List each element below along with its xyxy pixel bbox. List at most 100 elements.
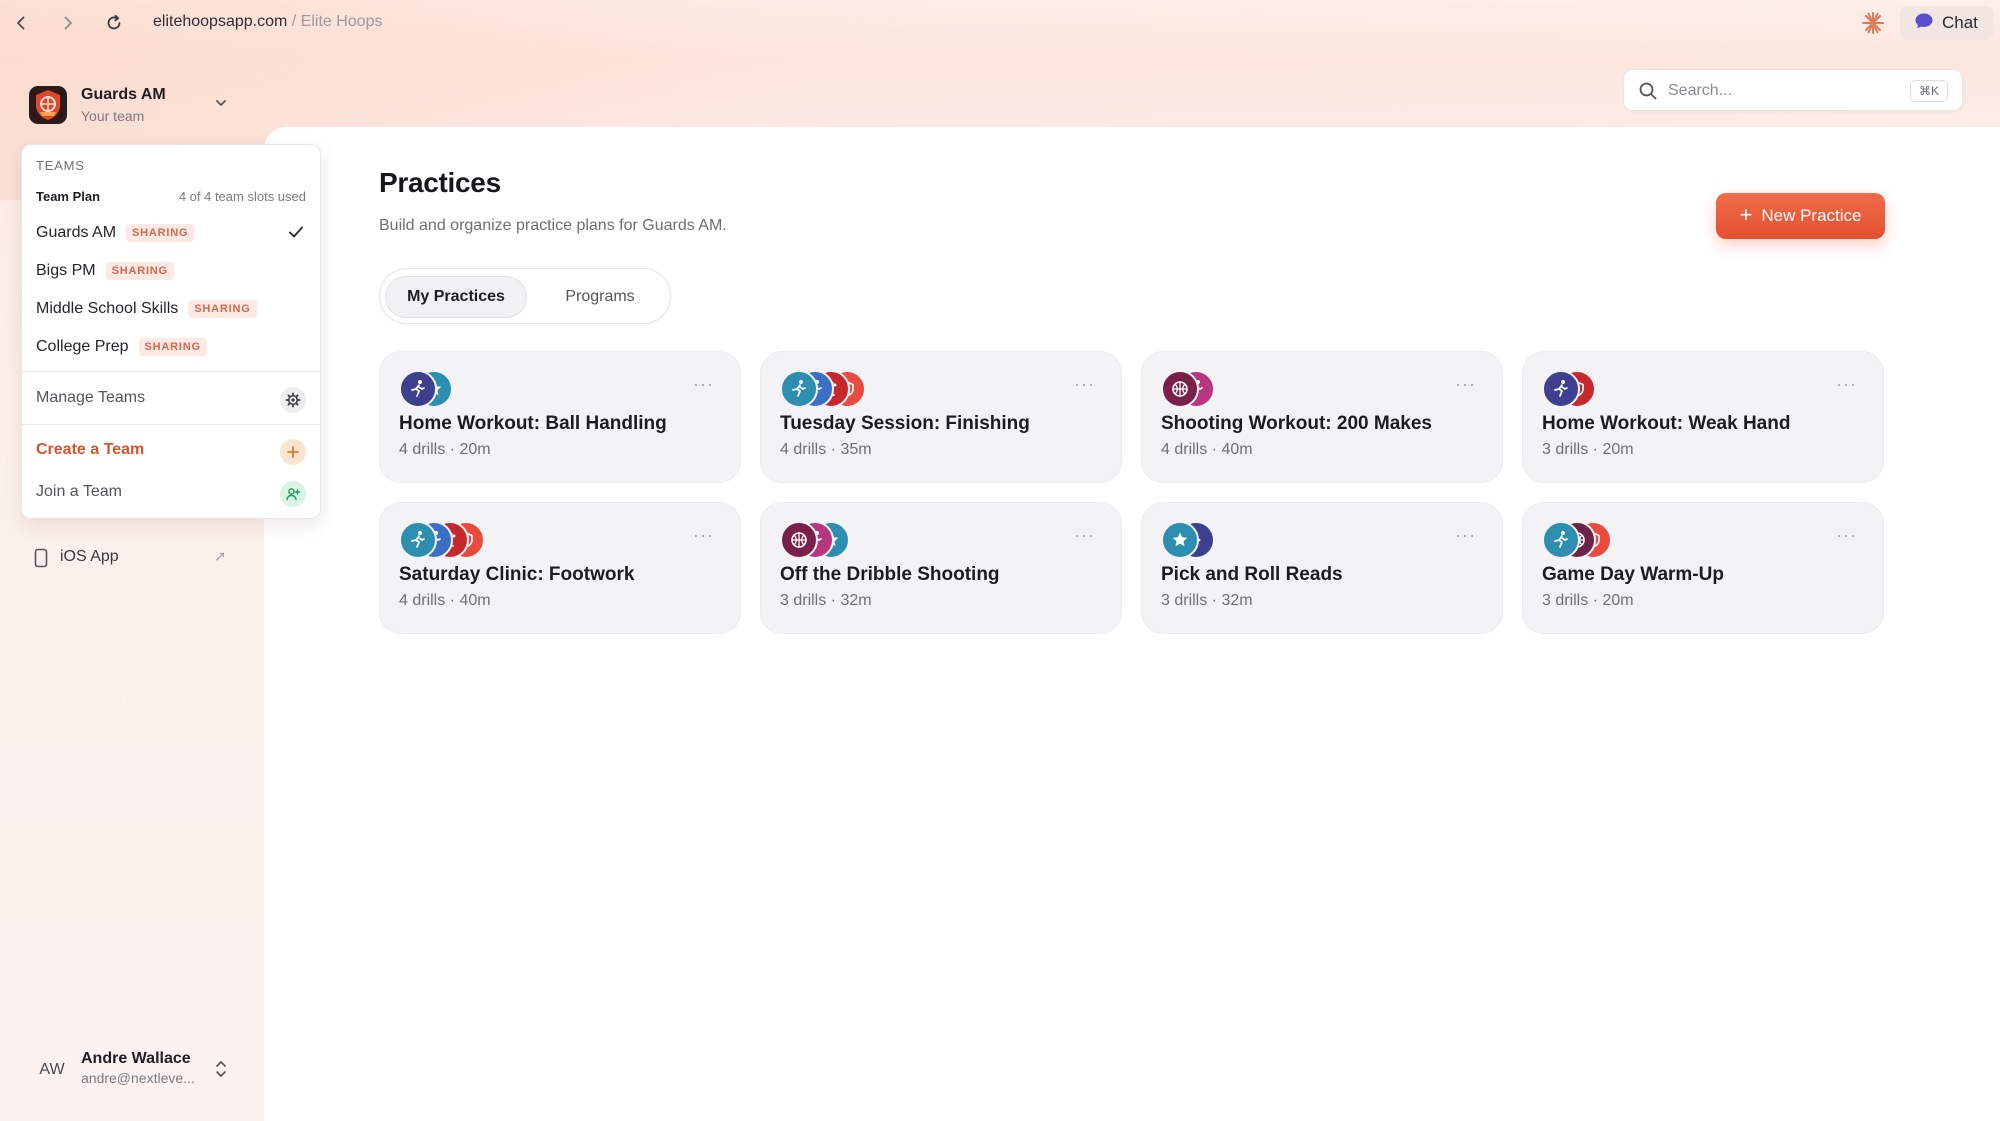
browser-toolbar: elitehoopsapp.com / Elite Hoops Chat (0, 0, 2000, 46)
team-logo-icon (28, 85, 68, 125)
more-options-icon[interactable]: ··· (1455, 374, 1476, 395)
practice-card[interactable]: ··· Shooting Workout: 200 Makes 4 drills ·… (1141, 351, 1503, 483)
practice-card[interactable]: ··· Saturday Clinic: Footwork 4 drills · 4… (379, 502, 741, 634)
new-practice-label: New Practice (1761, 206, 1862, 225)
runner-icon (1542, 521, 1580, 559)
tab-programs[interactable]: Programs (535, 276, 665, 318)
practice-card[interactable]: ··· Off the Dribble Shooting 3 drills · 32… (760, 502, 1122, 634)
tab-my-practices[interactable]: My Practices (385, 276, 527, 318)
checkmark-icon (286, 222, 306, 242)
sharing-badge: SHARING (138, 338, 207, 356)
practice-title: Home Workout: Ball Handling (399, 413, 667, 434)
ball-icon (780, 521, 818, 559)
user-menu[interactable]: AW Andre Wallace andre@nextleve... (30, 1046, 240, 1090)
runner-icon (780, 370, 818, 408)
search-box[interactable]: ⌘K (1623, 69, 1963, 111)
team-name: Guards AM (81, 86, 166, 103)
team-option-bigs-pm[interactable]: Bigs PM SHARING (36, 259, 174, 283)
avatar: AW (39, 1061, 65, 1078)
practice-title: Tuesday Session: Finishing (780, 413, 1030, 434)
practice-meta: 3 drills · 32m (780, 592, 872, 609)
runner-icon (399, 521, 437, 559)
join-team-button[interactable]: Join a Team (36, 483, 122, 507)
back-icon[interactable] (8, 10, 34, 36)
practice-title: Off the Dribble Shooting (780, 564, 1000, 585)
practice-meta: 3 drills · 20m (1542, 441, 1634, 458)
gear-icon[interactable] (280, 387, 306, 413)
address-bar[interactable]: elitehoopsapp.com / Elite Hoops (153, 13, 382, 31)
more-options-icon[interactable]: ··· (1074, 374, 1095, 395)
more-options-icon[interactable]: ··· (693, 525, 714, 546)
sidebar-item-label: iOS App (60, 548, 119, 565)
practice-title: Game Day Warm-Up (1542, 564, 1724, 585)
team-option-name: Middle School Skills (36, 300, 179, 317)
team-switcher[interactable]: Guards AM Your team (28, 82, 238, 128)
practice-title: Pick and Roll Reads (1161, 564, 1343, 585)
practice-title: Home Workout: Weak Hand (1542, 413, 1791, 434)
team-dropdown: TEAMS Team Plan 4 of 4 team slots used G… (21, 144, 321, 519)
url-domain: elitehoopsapp.com (153, 13, 288, 30)
team-option-college-prep[interactable]: College Prep SHARING (36, 335, 207, 359)
page-subtitle: Build and organize practice plans for Gu… (379, 217, 727, 234)
forward-icon[interactable] (55, 10, 81, 36)
team-option-name: College Prep (36, 338, 129, 355)
practice-title: Saturday Clinic: Footwork (399, 564, 635, 585)
chat-label: Chat (1942, 13, 1978, 32)
practice-meta: 3 drills · 20m (1542, 592, 1634, 609)
plus-icon[interactable] (280, 439, 306, 465)
team-option-name: Bigs PM (36, 262, 96, 279)
manage-teams-button[interactable]: Manage Teams (36, 389, 145, 413)
search-input[interactable] (1668, 80, 1898, 102)
practice-tabs: My Practices Programs (379, 268, 671, 324)
add-user-icon[interactable] (280, 481, 306, 507)
practice-meta: 3 drills · 32m (1161, 592, 1253, 609)
divider (22, 424, 320, 425)
team-option-middle-school-skills[interactable]: Middle School Skills SHARING (36, 297, 257, 321)
ball-icon (1161, 370, 1199, 408)
keyboard-shortcut-badge: ⌘K (1910, 80, 1948, 102)
more-options-icon[interactable]: ··· (1455, 525, 1476, 546)
sharing-badge: SHARING (188, 300, 257, 318)
plus-icon: + (1739, 202, 1753, 227)
runner-icon (1542, 370, 1580, 408)
more-options-icon[interactable]: ··· (1074, 525, 1095, 546)
more-options-icon[interactable]: ··· (693, 374, 714, 395)
chat-bubble-icon (1914, 12, 1934, 35)
user-name: Andre Wallace (81, 1050, 191, 1067)
slots-used: 4 of 4 team slots used (178, 189, 306, 204)
reload-icon[interactable] (101, 10, 127, 36)
divider (22, 371, 320, 372)
sidebar-item-ios-app[interactable]: iOS App ↗ (32, 546, 232, 570)
create-team-button[interactable]: Create a Team (36, 441, 144, 465)
external-link-icon: ↗ (214, 548, 226, 564)
page-title: Practices (379, 167, 501, 198)
runner-icon (399, 370, 437, 408)
dropdown-heading: TEAMS (36, 158, 85, 173)
more-options-icon[interactable]: ··· (1836, 374, 1857, 395)
phone-icon (34, 548, 48, 573)
url-separator: / (287, 13, 301, 30)
team-option-name: Guards AM (36, 224, 117, 241)
practice-title: Shooting Workout: 200 Makes (1161, 413, 1432, 434)
practice-meta: 4 drills · 20m (399, 441, 491, 458)
sharing-badge: SHARING (126, 224, 195, 242)
practice-card[interactable]: ··· Home Workout: Ball Handling 4 drills ·… (379, 351, 741, 483)
practice-meta: 4 drills · 40m (399, 592, 491, 609)
practice-card[interactable]: ··· Pick and Roll Reads 3 drills · 32m (1141, 502, 1503, 634)
sparkle-icon[interactable] (1860, 10, 1886, 36)
new-practice-button[interactable]: + New Practice (1716, 193, 1885, 239)
practice-meta: 4 drills · 35m (780, 441, 872, 458)
chevron-up-down-icon (212, 1058, 230, 1080)
chat-button[interactable]: Chat (1900, 6, 1994, 40)
practice-card[interactable]: ··· Home Workout: Weak Hand 3 drills · 20m (1522, 351, 1884, 483)
team-option-guards-am[interactable]: Guards AM SHARING (36, 221, 195, 245)
url-page: Elite Hoops (300, 13, 383, 30)
more-options-icon[interactable]: ··· (1836, 525, 1857, 546)
practice-card[interactable]: ··· Game Day Warm-Up 3 drills · 20m (1522, 502, 1884, 634)
practice-meta: 4 drills · 40m (1161, 441, 1253, 458)
sharing-badge: SHARING (105, 262, 174, 280)
plan-label: Team Plan (36, 189, 101, 204)
practice-card[interactable]: ··· Tuesday Session: Finishing 4 drills · … (760, 351, 1122, 483)
chevron-down-icon[interactable] (212, 94, 230, 112)
search-icon (1638, 81, 1658, 101)
